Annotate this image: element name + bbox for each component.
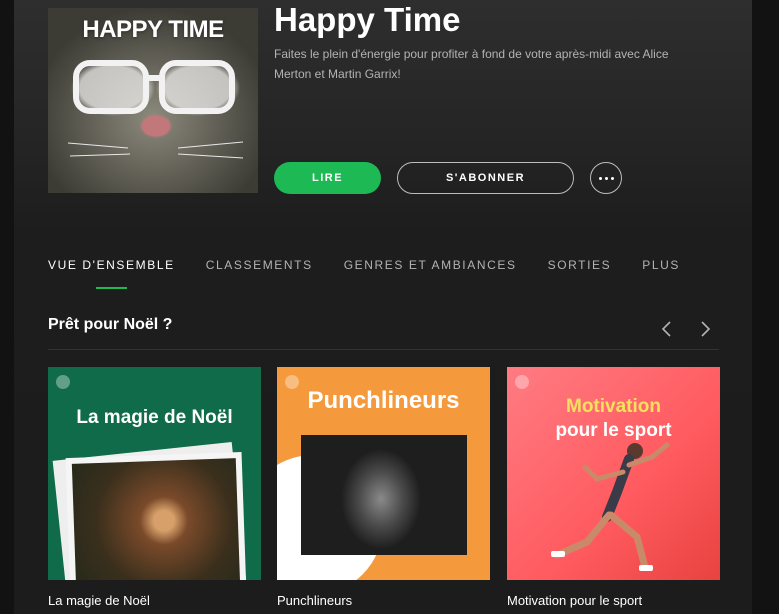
playlist-title: Happy Time: [274, 1, 461, 38]
playlist-cover[interactable]: HAPPY TIME: [48, 8, 258, 193]
tab-new-releases[interactable]: SORTIES: [548, 258, 612, 272]
section-title: Prêt pour Noël ?: [48, 316, 173, 333]
card-cover[interactable]: Motivation pour le sport: [507, 367, 720, 580]
right-panel-edge: [752, 0, 779, 614]
play-button[interactable]: LIRE: [274, 162, 381, 194]
ornament-photo: [71, 458, 241, 580]
spotify-logo-icon: [515, 375, 529, 389]
tab-bar: VUE D'ENSEMBLE CLASSEMENTS GENRES ET AMB…: [48, 258, 711, 289]
tab-charts[interactable]: CLASSEMENTS: [206, 258, 313, 272]
follow-button[interactable]: S'ABONNER: [397, 162, 574, 194]
card-name[interactable]: La magie de Noël: [48, 593, 261, 608]
card-cover-title-line1: Motivation: [566, 396, 661, 417]
main-view: HAPPY TIME Happy Time Faites le plein d'…: [14, 0, 752, 614]
playlist-description: Faites le plein d'énergie pour profiter …: [274, 47, 669, 81]
card-cover-title: Motivation pour le sport: [507, 395, 720, 443]
more-options-button[interactable]: [590, 162, 622, 194]
section-divider: [48, 349, 719, 350]
playlist-card[interactable]: Punchlineurs Punchlineurs: [277, 367, 490, 608]
playlist-card[interactable]: La magie de Noël La magie de Noël: [48, 367, 261, 608]
card-cover[interactable]: Punchlineurs: [277, 367, 490, 580]
tab-more[interactable]: PLUS: [642, 258, 680, 272]
spotify-logo-icon: [56, 375, 70, 389]
ellipsis-icon: [610, 176, 614, 180]
runner-icon: [551, 442, 670, 571]
card-cover[interactable]: La magie de Noël: [48, 367, 261, 580]
card-cover-title: La magie de Noël: [76, 407, 233, 428]
artist-photo: [301, 435, 467, 555]
playlist-card[interactable]: Motivation pour le sport Motivation pour…: [507, 367, 720, 608]
tab-genres-moods[interactable]: GENRES ET AMBIANCES: [344, 258, 517, 272]
tab-overview[interactable]: VUE D'ENSEMBLE: [48, 258, 175, 289]
chevron-right-icon[interactable]: [696, 320, 714, 338]
card-name[interactable]: Punchlineurs: [277, 593, 490, 608]
photo-frame: [65, 451, 247, 580]
card-cover-title: Punchlineurs: [307, 387, 460, 414]
card-name[interactable]: Motivation pour le sport: [507, 593, 720, 608]
ellipsis-icon: [598, 176, 602, 180]
chevron-left-icon[interactable]: [658, 320, 676, 338]
glasses-icon: [67, 60, 244, 159]
ellipsis-icon: [604, 176, 608, 180]
